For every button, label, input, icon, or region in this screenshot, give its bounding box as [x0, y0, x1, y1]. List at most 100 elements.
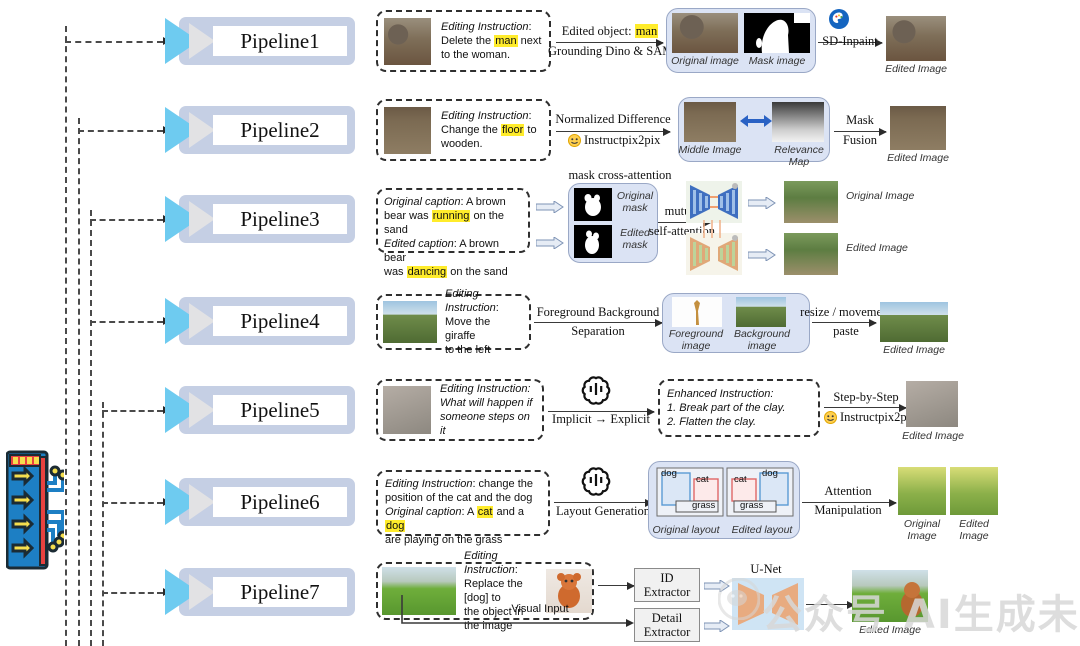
pipeline-badge-1[interactable]: Pipeline1: [165, 17, 355, 65]
original-image-caption-p3: Original Image: [846, 190, 915, 202]
edited-image-p2: [890, 106, 946, 150]
pipeline-badge-3[interactable]: Pipeline3: [165, 195, 355, 243]
openai-icon-p5: [580, 373, 612, 410]
original-image-caption-p6: Original Image: [898, 518, 946, 542]
edited-caption-highlight: dancing: [406, 266, 448, 278]
instruction-line2: to the left: [445, 344, 491, 356]
tree-trunk-4: [102, 402, 104, 646]
arrow-label-p1-top: Edited object: man: [556, 24, 664, 39]
tree-branch-7: [102, 592, 163, 594]
panel-title-p3: mask cross-attention: [568, 168, 672, 182]
bg-caption-line1: Background: [733, 328, 791, 340]
instruction-title: Editing Instruction: [441, 110, 529, 122]
pipeline-badge-2[interactable]: Pipeline2: [165, 106, 355, 154]
enhanced-step-1: 1. Break part of the clay.: [667, 402, 786, 414]
instruction-text-p5: Editing Instruction: What will happen if…: [434, 382, 542, 438]
tree-trunk-3: [90, 210, 92, 646]
arrow-p4-b: [812, 319, 877, 327]
background-image-p4: [736, 297, 786, 327]
original-caption-highlight: running: [431, 210, 471, 222]
instruction-line2: to the woman.: [441, 49, 511, 61]
bg-caption-line2: image: [747, 340, 777, 352]
pipeline-badge-4[interactable]: Pipeline4: [165, 297, 355, 345]
enhanced-instruction-card-p5: Enhanced Instruction: 1. Break part of t…: [658, 379, 820, 437]
original-caption-l2a: bear was: [384, 210, 432, 222]
feedback-line-p7: [400, 595, 636, 636]
arrow-p1-a: [556, 39, 664, 47]
edited-mask-p3: [574, 225, 612, 258]
panel-caption-right-p1: Mask image: [748, 55, 806, 67]
panel-caption-left-p2: Middle Image: [678, 144, 742, 156]
instruction-line1a: Delete the: [441, 35, 495, 47]
arrow-label-text: Edited object:: [561, 24, 635, 38]
tree-trunk-2: [78, 118, 80, 646]
arrow-label-p4-1: Foreground Background: [536, 305, 660, 319]
original-mask-p3: [574, 188, 612, 221]
caption-highlight-dog: dog: [385, 520, 406, 532]
mask-caption-1-line2: mask: [622, 202, 648, 214]
instruction-title: Editing Instruction: [441, 21, 529, 33]
arrow-label-p5: Implicit → Explicit: [552, 412, 650, 426]
edited-image-p1: [886, 16, 946, 61]
source-image-p1: [384, 17, 431, 65]
id-extractor-line1: ID: [660, 571, 674, 585]
arrow-label-p2-bottom: Instructpix2pix: [584, 133, 661, 147]
caption-b: and a: [493, 506, 525, 518]
arrow-label-p4-2: Separation: [571, 324, 625, 338]
instruction-label: Editing Instruction: [464, 550, 515, 576]
arrow-label-p6-1: Attention: [824, 484, 872, 498]
source-image-p4: [383, 301, 437, 343]
instruction-line1b: to: [524, 124, 537, 136]
instruction-text-p1: Editing Instruction: Delete the man next…: [441, 21, 542, 61]
pipeline-label: Pipeline6: [240, 489, 320, 514]
layout-tag-grass-orig: grass: [692, 500, 716, 511]
instruction-card-p2: Editing Instruction: Change the floor to…: [376, 99, 551, 161]
tree-branch-6: [102, 502, 163, 504]
pipeline-badge-5[interactable]: Pipeline5: [165, 386, 355, 434]
foreground-image-p4: [672, 297, 722, 327]
pipeline-badge-7[interactable]: Pipeline7: [165, 568, 355, 616]
edited-image-caption-p4: Edited Image: [883, 344, 945, 356]
instruction-line2: position of the cat and the dog: [385, 492, 533, 504]
pipeline-badge-6[interactable]: Pipeline6: [165, 478, 355, 526]
edited-image-p6: [950, 467, 998, 515]
caption-card-p3: Original caption: A brown bear was runni…: [376, 188, 530, 278]
layout-tag-dog-orig: dog: [661, 468, 677, 479]
tree-branch-4: [90, 321, 163, 323]
tree-branch-3: [90, 219, 163, 221]
badge-chevron-icon: [189, 484, 215, 520]
enhanced-text-p5: Enhanced Instruction: 1. Break part of t…: [667, 387, 811, 429]
hugging-face-icon-p2: [568, 134, 581, 152]
instruction-card-p5: Editing Instruction: What will happen if…: [376, 379, 544, 441]
unet-label-p7: U-Net: [750, 562, 782, 576]
badge-chevron-icon: [189, 23, 215, 59]
arrow-label-p1-inpaint: SD-Inpaint: [822, 34, 878, 48]
instruction-text-p4: Editing Instruction: Move the giraffe to…: [445, 288, 499, 356]
edit-cap-line1: Edited: [959, 518, 989, 530]
tree-branch-2: [78, 130, 163, 132]
arrow-label-highlight: man: [634, 24, 659, 38]
mask-caption-2-line2: mask: [622, 239, 648, 251]
instruction-line2: wooden.: [441, 138, 483, 150]
watermark-text: 公众号 AI生成未来: [762, 592, 1080, 638]
panel-caption-left-p1: Original image: [671, 55, 739, 67]
sd-inpaint-icon: [828, 8, 850, 35]
tree-branch-1: [65, 41, 163, 43]
hollow-arrow-p3-3: [747, 196, 776, 214]
arrow-label-p2-top: Normalized Difference: [555, 112, 671, 126]
edited-image-caption-p6: Edited Image: [950, 518, 998, 542]
source-image-p2: [384, 106, 431, 154]
tree-branch-5: [102, 410, 163, 412]
edited-image-caption-p5: Edited Image: [902, 430, 964, 442]
arrow-p6-a: [554, 499, 653, 507]
instruction-title: Editing Instruction: [445, 288, 496, 314]
edited-caption-label: Edited caption: [384, 238, 454, 250]
arrow-label-p6: Layout Generation: [555, 504, 651, 518]
hollow-arrow-p3-1: [535, 200, 564, 218]
caption-a: : A: [461, 506, 477, 518]
enhanced-step-2: 2. Flatten the clay.: [667, 416, 757, 428]
hugging-face-icon-p5: [824, 411, 837, 429]
instruction-title: Editing Instruction:: [440, 383, 531, 395]
edited-image-p4: [880, 302, 948, 342]
original-image-p1: [672, 13, 738, 53]
